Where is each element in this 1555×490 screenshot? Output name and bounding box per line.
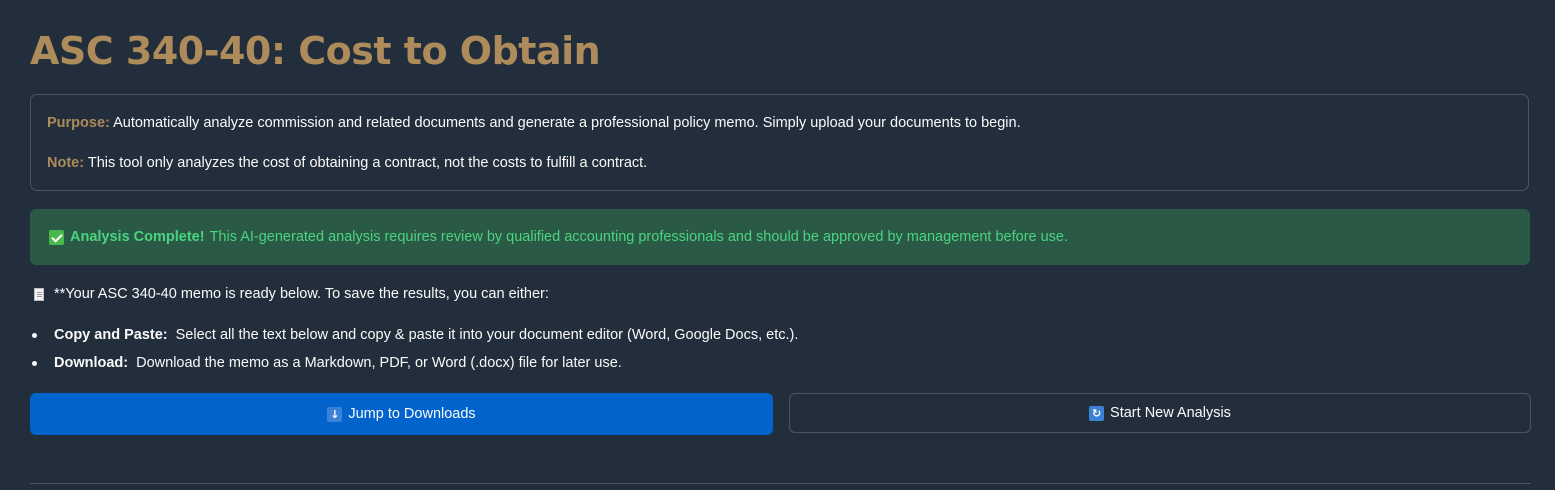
option-text: Select all the text below and copy & pas… — [175, 327, 799, 343]
list-item: Copy and Paste: Select all the text belo… — [30, 325, 798, 353]
section-divider — [30, 483, 1531, 484]
purpose-label: Purpose: — [47, 115, 110, 131]
purpose-line: Purpose: Automatically analyze commissio… — [47, 113, 1021, 133]
jump-to-downloads-button[interactable]: ↓ Jump to Downloads — [30, 393, 773, 435]
success-alert: Analysis Complete! This AI-generated ana… — [30, 209, 1530, 265]
refresh-icon: ↻ — [1089, 405, 1105, 421]
save-options-list: Copy and Paste: Select all the text belo… — [30, 325, 798, 381]
bullet-dot — [32, 361, 37, 366]
check-mark-icon — [49, 229, 64, 245]
info-box: Purpose: Automatically analyze commissio… — [30, 94, 1529, 191]
memo-intro: **Your ASC 340-40 memo is ready below. T… — [54, 286, 549, 302]
bullet-dot — [32, 333, 37, 338]
success-message: Analysis Complete! This AI-generated ana… — [49, 226, 1068, 248]
list-item: Download: Download the memo as a Markdow… — [30, 353, 798, 381]
document-icon — [34, 287, 44, 301]
jump-to-downloads-label: Jump to Downloads — [348, 406, 476, 422]
success-title: Analysis Complete! — [70, 229, 205, 245]
start-new-analysis-button[interactable]: ↻ Start New Analysis — [789, 393, 1531, 433]
start-new-analysis-label: Start New Analysis — [1110, 405, 1231, 421]
note-label: Note: — [47, 155, 85, 171]
success-text: This AI-generated analysis requires revi… — [209, 229, 1069, 245]
page-title: ASC 340-40: Cost to Obtain — [30, 29, 601, 73]
app-page: ASC 340-40: Cost to Obtain Purpose: Auto… — [0, 0, 1555, 490]
purpose-text: Automatically analyze commission and rel… — [113, 115, 1021, 131]
option-label: Copy and Paste: — [54, 327, 168, 343]
down-arrow-icon: ↓ — [327, 406, 343, 422]
note-text: This tool only analyzes the cost of obta… — [87, 155, 648, 171]
option-text: Download the memo as a Markdown, PDF, or… — [136, 355, 622, 371]
note-line: Note: This tool only analyzes the cost o… — [47, 153, 647, 173]
option-label: Download: — [54, 355, 129, 371]
memo-ready-text: **Your ASC 340-40 memo is ready below. T… — [34, 284, 549, 304]
